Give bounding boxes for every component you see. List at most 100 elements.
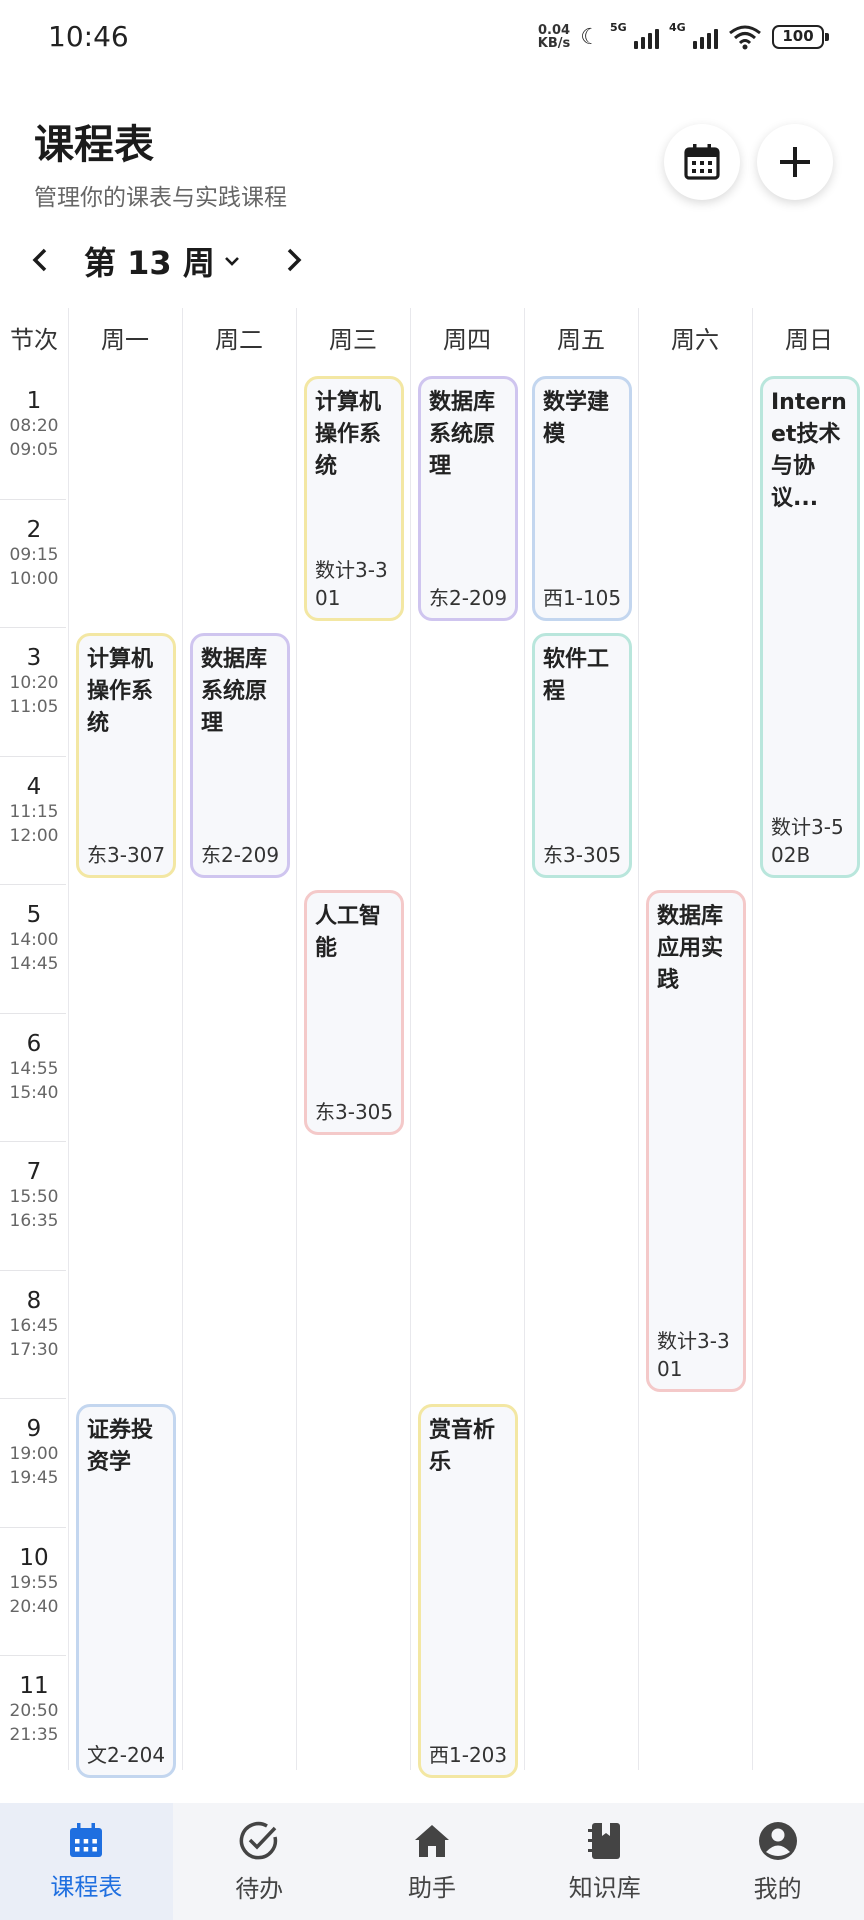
period-divider [0, 1655, 66, 1656]
course-name: 数据库应用实践 [657, 904, 724, 993]
week-label: 第 13 周 [84, 244, 215, 282]
period-label: 8 16:45 17:30 [0, 1270, 68, 1399]
course-card[interactable]: 计算机操作系统数计3-301 [304, 376, 404, 621]
course-room: 数计3-301 [315, 558, 388, 610]
period-start-time: 15:50 [9, 1187, 59, 1207]
page-subtitle: 管理你的课表与实践课程 [34, 185, 287, 211]
column-divider [638, 308, 639, 1770]
period-number: 7 [26, 1159, 42, 1185]
day-header: 周一 [101, 326, 149, 354]
course-name: 赏音析乐 [429, 1418, 496, 1475]
nav-item-home[interactable]: 助手 [346, 1803, 519, 1920]
chevron-left-icon [32, 248, 47, 272]
period-divider [0, 1269, 66, 1271]
period-number: 9 [26, 1416, 42, 1442]
period-number: 6 [26, 1030, 42, 1057]
day-header: 周二 [215, 326, 263, 354]
course-name: 计算机操作系统 [315, 390, 382, 479]
period-end-time: 14:45 [9, 954, 59, 974]
course-name: 数据库系统原理 [429, 390, 496, 479]
course-card[interactable]: 证券投资学 文2-204 [76, 1404, 176, 1778]
period-label: 4 11:15 12:00 [0, 756, 68, 885]
period-label: 2 09:15 10:00 [0, 499, 68, 628]
period-divider [0, 498, 66, 500]
bottom-nav: 课程表 待办 助手 知识库 我的 [0, 1803, 864, 1920]
course-card[interactable]: 数学建模西1-105 [532, 376, 632, 621]
period-number: 8 [26, 1287, 42, 1314]
period-start-time: 20:50 [9, 1701, 59, 1721]
period-label: 6 14:55 15:40 [0, 1013, 68, 1142]
period-start-time: 11:15 [9, 801, 59, 822]
nav-item-calendar[interactable]: 课程表 [0, 1803, 173, 1920]
period-divider [0, 1398, 66, 1399]
column-divider [752, 308, 753, 1770]
course-card[interactable]: 数据库系统原理东2-209 [418, 376, 518, 621]
period-number: 2 [26, 516, 42, 543]
nav-item-label: 知识库 [568, 1874, 641, 1902]
add-course-button[interactable] [757, 124, 833, 200]
timetable-grid: 节次 周一 周二 周三 周四 周五 周六 周日 1 08:20 09:05 2 09:15 10:00 3… [0, 308, 864, 1778]
week-selector[interactable]: 第 13 周 [84, 238, 241, 284]
day-header: 周三 [329, 326, 377, 354]
day-header: 周日 [785, 326, 833, 354]
signal-5g-icon: 5G [610, 21, 659, 49]
course-name: Internet技术与协议... [771, 390, 847, 511]
notebook-icon [585, 1820, 625, 1862]
course-room: 数计3-502B [771, 815, 844, 867]
period-end-time: 09:05 [9, 440, 59, 460]
nav-item-notebook[interactable]: 知识库 [518, 1803, 691, 1920]
course-room: 东2-209 [429, 586, 508, 610]
nav-item-label: 助手 [407, 1874, 456, 1902]
wifi-icon [729, 25, 761, 50]
prev-week-button[interactable] [18, 238, 62, 282]
course-room: 东3-305 [315, 1100, 394, 1124]
period-divider [0, 627, 66, 628]
period-end-time: 19:45 [9, 1468, 59, 1488]
check-circle-icon [237, 1819, 281, 1863]
column-divider [524, 308, 525, 1770]
nav-item-label: 课程表 [50, 1873, 123, 1901]
period-start-time: 16:45 [9, 1315, 59, 1336]
period-end-time: 11:05 [9, 697, 59, 717]
calendar-button[interactable] [664, 124, 740, 200]
nav-item-profile[interactable]: 我的 [691, 1803, 864, 1920]
course-room: 西1-105 [543, 586, 622, 610]
course-card[interactable]: Internet技术与协议... 数计3-502B [760, 376, 860, 878]
day-header: 周五 [557, 326, 605, 354]
battery-icon: 100 [772, 25, 829, 49]
nav-item-check-circle[interactable]: 待办 [173, 1803, 346, 1920]
status-time: 10:46 [48, 20, 129, 53]
period-label: 9 19:00 19:45 [0, 1398, 68, 1527]
signal-4g-label: 4G [669, 21, 686, 34]
course-name: 数学建模 [543, 390, 610, 447]
corner-label: 节次 [10, 326, 58, 354]
column-divider [410, 308, 411, 1770]
status-icons: 0.04 KB/s ☾ 5G 4G 100 [538, 21, 829, 50]
course-room: 东3-307 [87, 843, 166, 867]
period-start-time: 19:00 [9, 1444, 59, 1464]
course-card[interactable]: 计算机操作系统 东3-307 [76, 633, 176, 878]
course-card[interactable]: 数据库应用实践 数计3-301 [646, 890, 746, 1392]
signal-4g-icon: 4G [669, 21, 718, 49]
period-label: 7 15:50 16:35 [0, 1141, 68, 1270]
moon-icon: ☾ [580, 24, 600, 50]
course-card[interactable]: 软件工程 东3-305 [532, 633, 632, 878]
period-end-time: 15:40 [9, 1082, 59, 1103]
calendar-icon [684, 144, 720, 180]
course-card[interactable]: 人工智能 东3-305 [304, 890, 404, 1135]
period-number: 3 [26, 645, 42, 671]
nav-item-label: 我的 [753, 1875, 802, 1903]
course-name: 数据库系统原理 [201, 647, 268, 736]
nav-item-label: 待办 [235, 1875, 284, 1903]
next-week-button[interactable] [272, 238, 316, 282]
chevron-right-icon [287, 248, 302, 272]
net-speed: 0.04 KB/s [538, 24, 570, 50]
period-label: 11 20:50 21:35 [0, 1655, 68, 1784]
net-speed-unit: KB/s [537, 36, 571, 51]
period-end-time: 10:00 [9, 568, 59, 589]
course-card[interactable]: 赏音析乐 西1-203 [418, 1404, 518, 1778]
course-name: 软件工程 [543, 647, 610, 704]
column-divider [296, 308, 297, 1770]
course-card[interactable]: 数据库系统原理 东2-209 [190, 633, 290, 878]
period-start-time: 08:20 [9, 416, 59, 436]
